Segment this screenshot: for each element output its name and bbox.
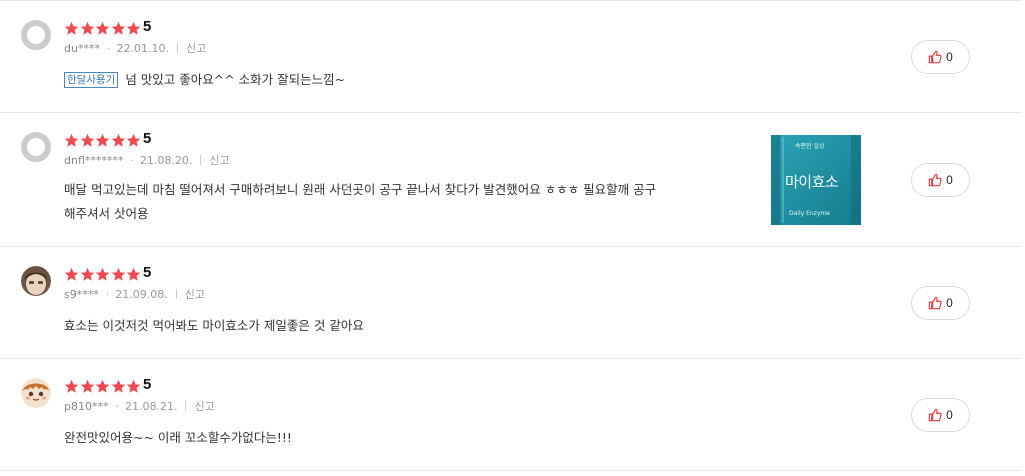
reviewer-id: s9**** xyxy=(64,287,99,301)
profile-photo-avatar xyxy=(21,266,51,296)
review-meta: s9**** · 21.09.08. 신고 xyxy=(64,286,205,302)
review-date: 21.08.21. xyxy=(124,399,178,413)
star-icon xyxy=(126,21,141,35)
review-line: 넘 맛있고 좋아요^^ 소화가 잘되는느낌~ xyxy=(125,72,346,87)
star-icon xyxy=(80,21,94,35)
star-icon xyxy=(111,21,125,35)
review-date: 22.01.10. xyxy=(116,41,169,55)
star-rating xyxy=(64,132,142,148)
like-button[interactable]: 0 xyxy=(911,40,970,74)
star-rating xyxy=(64,378,142,394)
divider xyxy=(0,112,1022,113)
photo-sub-text: Daily Enzyme xyxy=(789,210,830,217)
divider xyxy=(0,0,1022,1)
review-date: 21.08.20. xyxy=(139,153,193,167)
meta-dot: · xyxy=(115,399,119,413)
review-line: 해주셔서 삿어용 xyxy=(64,206,149,221)
profile-photo-icon xyxy=(21,266,51,296)
review-text: 효소는 이것저것 먹어봐도 마이효소가 제일좋은 것 같아요 xyxy=(64,314,364,338)
photo-top-text: 속편한 일상 xyxy=(795,143,825,150)
meta-dot: · xyxy=(105,287,110,301)
review-meta: dnfl******* · 21.08.20. 신고 xyxy=(64,152,230,168)
star-icon xyxy=(80,379,94,393)
character-icon xyxy=(21,378,51,408)
rating-score: 5 xyxy=(143,376,152,393)
divider xyxy=(0,246,1022,247)
reviewer-id: du**** xyxy=(64,41,100,55)
star-icon xyxy=(95,379,110,393)
review-list: 5 du**** · 22.01.10. 신고 한달사용기 넘 맛있고 좋아요^^… xyxy=(0,0,1025,476)
thumbs-up-icon xyxy=(928,50,942,64)
like-button[interactable]: 0 xyxy=(911,398,970,432)
review-line: 효소는 이것저것 먹어봐도 마이효소가 제일좋은 것 같아요 xyxy=(64,318,364,333)
report-link[interactable]: 신고 xyxy=(185,286,205,302)
divider xyxy=(0,470,1022,471)
review-item: 5 p810*** · 21.08.21. 신고 완전맛있어용~~ 이래 꼬소할… xyxy=(0,376,1022,470)
like-button[interactable]: 0 xyxy=(911,286,970,320)
star-icon xyxy=(64,267,79,281)
character-avatar xyxy=(21,378,51,408)
like-count: 0 xyxy=(946,408,953,422)
reviewer-id: p810*** xyxy=(64,399,109,413)
review-meta: du**** · 22.01.10. 신고 xyxy=(64,40,206,56)
review-line: 완전맛있어용~~ 이래 꼬소할수가없다는!!! xyxy=(64,430,292,445)
star-icon xyxy=(80,133,94,147)
star-rating xyxy=(64,266,142,282)
meta-separator xyxy=(176,43,178,53)
photo-main-text: 마이효소 xyxy=(785,173,839,191)
report-link[interactable]: 신고 xyxy=(186,40,206,56)
like-count: 0 xyxy=(946,50,953,64)
review-meta: p810*** · 21.08.21. 신고 xyxy=(64,398,215,414)
star-icon xyxy=(126,267,141,281)
like-count: 0 xyxy=(946,173,953,187)
star-icon xyxy=(95,133,110,147)
rating-score: 5 xyxy=(143,264,152,281)
default-avatar xyxy=(21,132,51,162)
rating-score: 5 xyxy=(143,130,152,147)
review-text: 한달사용기 넘 맛있고 좋아요^^ 소화가 잘되는느낌~ xyxy=(64,68,345,92)
star-icon xyxy=(64,21,79,35)
star-rating xyxy=(64,20,142,36)
meta-dot: · xyxy=(130,153,134,167)
review-tag: 한달사용기 xyxy=(64,72,119,88)
review-date: 21.09.08. xyxy=(115,287,168,301)
meta-separator xyxy=(200,155,202,165)
meta-dot: · xyxy=(106,41,111,55)
star-icon xyxy=(95,21,110,35)
user-silhouette-icon xyxy=(21,20,51,50)
star-icon xyxy=(64,379,79,393)
star-icon xyxy=(111,267,125,281)
meta-separator xyxy=(185,401,187,411)
star-icon xyxy=(126,133,141,147)
review-item: 5 dnfl******* · 21.08.20. 신고 매달 먹고있는데 마침… xyxy=(0,130,1022,246)
default-avatar xyxy=(21,20,51,50)
thumbs-up-icon xyxy=(928,408,942,422)
rating-score: 5 xyxy=(143,18,152,35)
like-count: 0 xyxy=(946,296,953,310)
thumbs-up-icon xyxy=(928,296,942,310)
meta-separator xyxy=(175,289,177,299)
review-line: 매달 먹고있는데 마침 떨어져서 구매하려보니 원래 사던곳이 공구 끝나서 찾… xyxy=(64,182,657,197)
report-link[interactable]: 신고 xyxy=(209,152,229,168)
star-icon xyxy=(126,379,141,393)
star-icon xyxy=(111,379,125,393)
thumbs-up-icon xyxy=(928,173,942,187)
review-text: 완전맛있어용~~ 이래 꼬소할수가없다는!!! xyxy=(64,426,292,450)
star-icon xyxy=(95,267,110,281)
user-silhouette-icon xyxy=(21,132,51,162)
star-icon xyxy=(111,133,125,147)
review-photo[interactable]: 속편한 일상 마이효소 Daily Enzyme xyxy=(771,135,861,225)
review-item: 5 s9**** · 21.09.08. 신고 효소는 이것저것 먹어봐도 마이… xyxy=(0,264,1022,358)
like-button[interactable]: 0 xyxy=(911,163,970,197)
report-link[interactable]: 신고 xyxy=(194,398,214,414)
star-icon xyxy=(64,133,79,147)
divider xyxy=(0,358,1022,359)
review-text: 매달 먹고있는데 마침 떨어져서 구매하려보니 원래 사던곳이 공구 끝나서 찾… xyxy=(64,178,656,226)
star-icon xyxy=(80,267,94,281)
reviewer-id: dnfl******* xyxy=(64,153,124,167)
review-item: 5 du**** · 22.01.10. 신고 한달사용기 넘 맛있고 좋아요^^… xyxy=(0,18,1022,112)
